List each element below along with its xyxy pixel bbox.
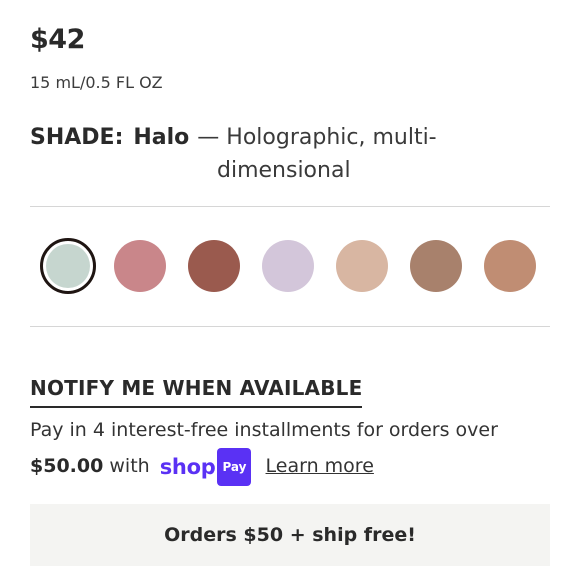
shade-swatch[interactable]: [410, 240, 462, 292]
installments-text: Pay in 4 interest-free installments for …: [30, 419, 498, 441]
learn-more-link[interactable]: Learn more: [266, 455, 374, 477]
product-size: 15 mL/0.5 FL OZ: [30, 73, 163, 92]
shade-line-1: SHADE: Halo — Holographic, multi-: [30, 121, 437, 154]
shop-pay-logo-icon: shop Pay: [160, 448, 252, 486]
shade-label: SHADE:: [30, 125, 124, 150]
shade-description-part1: — Holographic, multi-: [197, 125, 437, 150]
shade-swatch[interactable]: [262, 240, 314, 292]
installments-message: Pay in 4 interest-free installments for …: [30, 412, 560, 486]
product-details-panel: $42 15 mL/0.5 FL OZ SHADE: Halo — Hologr…: [0, 0, 580, 580]
divider-top: [30, 206, 550, 207]
shop-pay-logo-shop: shop: [159, 455, 216, 479]
product-price: $42: [30, 24, 85, 55]
installments-with: with: [109, 455, 150, 477]
installments-threshold: $50.00: [30, 455, 104, 477]
shade-swatch[interactable]: [336, 240, 388, 292]
shade-swatch[interactable]: [188, 240, 240, 292]
shade-info: SHADE: Halo — Holographic, multi- dimens…: [30, 121, 437, 187]
divider-bottom: [30, 326, 550, 327]
notify-me-link[interactable]: NOTIFY ME WHEN AVAILABLE: [30, 376, 363, 408]
shade-swatch[interactable]: [114, 240, 166, 292]
shade-name: Halo: [133, 125, 190, 150]
free-shipping-banner: Orders $50 + ship free!: [30, 504, 550, 566]
shop-pay-logo-pay: Pay: [217, 448, 252, 486]
free-shipping-text: Orders $50 + ship free!: [164, 524, 416, 546]
shade-description-part2: dimensional: [217, 158, 351, 183]
shade-swatch-selected[interactable]: [40, 238, 96, 294]
shade-swatch[interactable]: [484, 240, 536, 292]
shade-swatch-list: [40, 238, 542, 294]
